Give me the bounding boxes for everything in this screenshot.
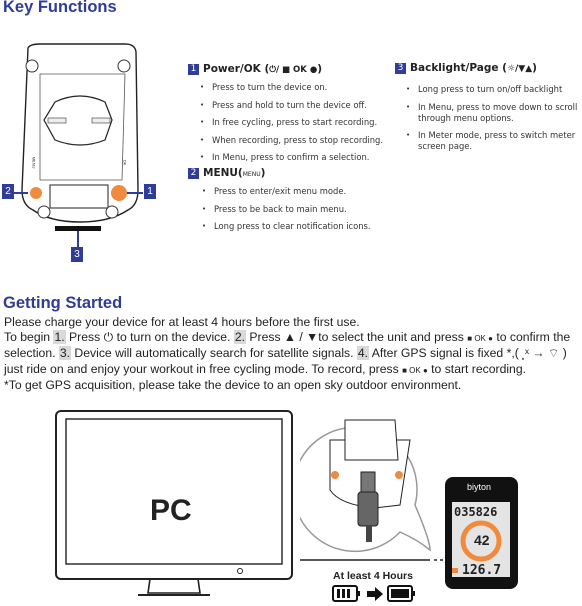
brand-logo: biyton — [467, 482, 492, 492]
charge-time-label: At least 4 Hours — [333, 570, 413, 582]
bullet: Long press to turn on/off backlight — [406, 84, 581, 95]
bullet: Press and hold to turn the device off. — [200, 100, 383, 111]
step-1: 1. — [53, 330, 66, 345]
bullet: Press to turn the device on. — [200, 82, 383, 93]
screen-speed: 42 — [474, 532, 490, 548]
arrow-right-icon — [367, 587, 383, 601]
getting-started-text: Please charge your device for at least 4… — [4, 315, 571, 392]
menu-label: MENU — [31, 156, 37, 169]
screen-odometer: 035826 — [454, 505, 498, 519]
screen-distance: 126.7 — [462, 563, 502, 578]
section-power-ok: 1 Power/OK (⏻/ ■ OK ●) Press to turn the … — [188, 63, 383, 170]
callout-1: 1 — [144, 184, 156, 199]
step-3: 3. — [58, 346, 72, 361]
step-4: 4. — [356, 346, 370, 361]
backlight-page-icon: ☼/▼▲ — [506, 64, 533, 74]
menu-icon: MENU — [242, 171, 261, 178]
ok-label: OK — [122, 159, 128, 166]
callout-3: 3 — [71, 247, 83, 262]
pc-label: PC — [150, 494, 192, 527]
ok-icon: ■ OK ● — [402, 365, 428, 375]
power-ok-icon: ⏻/ ■ OK ● — [269, 65, 318, 75]
bullet: Long press to clear notification icons. — [202, 221, 371, 232]
bullet: When recording, press to stop recording. — [200, 135, 383, 146]
battery-partial-icon — [332, 585, 360, 602]
power-icon: ⏻ — [103, 330, 114, 345]
device-back-illustration — [14, 43, 143, 247]
bullet: In Meter mode, press to switch meter scr… — [406, 130, 581, 152]
ok-icon: ■ OK ● — [467, 334, 493, 344]
section-number: 2 — [188, 167, 199, 179]
callout-2: 2 — [2, 184, 14, 199]
section-menu: 2MENU(MENU) Press to enter/exit menu mod… — [188, 167, 371, 239]
battery-charge-icons — [332, 585, 415, 602]
bullet: In free cycling, press to start recordin… — [200, 117, 383, 128]
section-number: 3 — [395, 62, 406, 74]
getting-started-title: Getting Started — [3, 294, 123, 312]
bullet: Press to enter/exit menu mode. — [202, 186, 371, 197]
section-title: Power/OK (⏻/ ■ OK ●) — [203, 63, 323, 75]
bullet: In Menu, press to confirm a selection. — [200, 152, 383, 163]
step-2: 2. — [233, 330, 246, 345]
gps-icon: ⸼ˣ → ⌔ — [522, 346, 560, 361]
key-functions-title: Key Functions — [3, 0, 117, 16]
battery-full-icon — [387, 585, 415, 602]
bullet: In Menu, press to move down to scroll th… — [406, 102, 581, 124]
section-backlight-page: 3Backlight/Page (☼/▼▲) Long press to tur… — [395, 62, 582, 159]
section-number: 1 — [188, 63, 199, 75]
bullet: Press to be back to main menu. — [202, 204, 371, 215]
